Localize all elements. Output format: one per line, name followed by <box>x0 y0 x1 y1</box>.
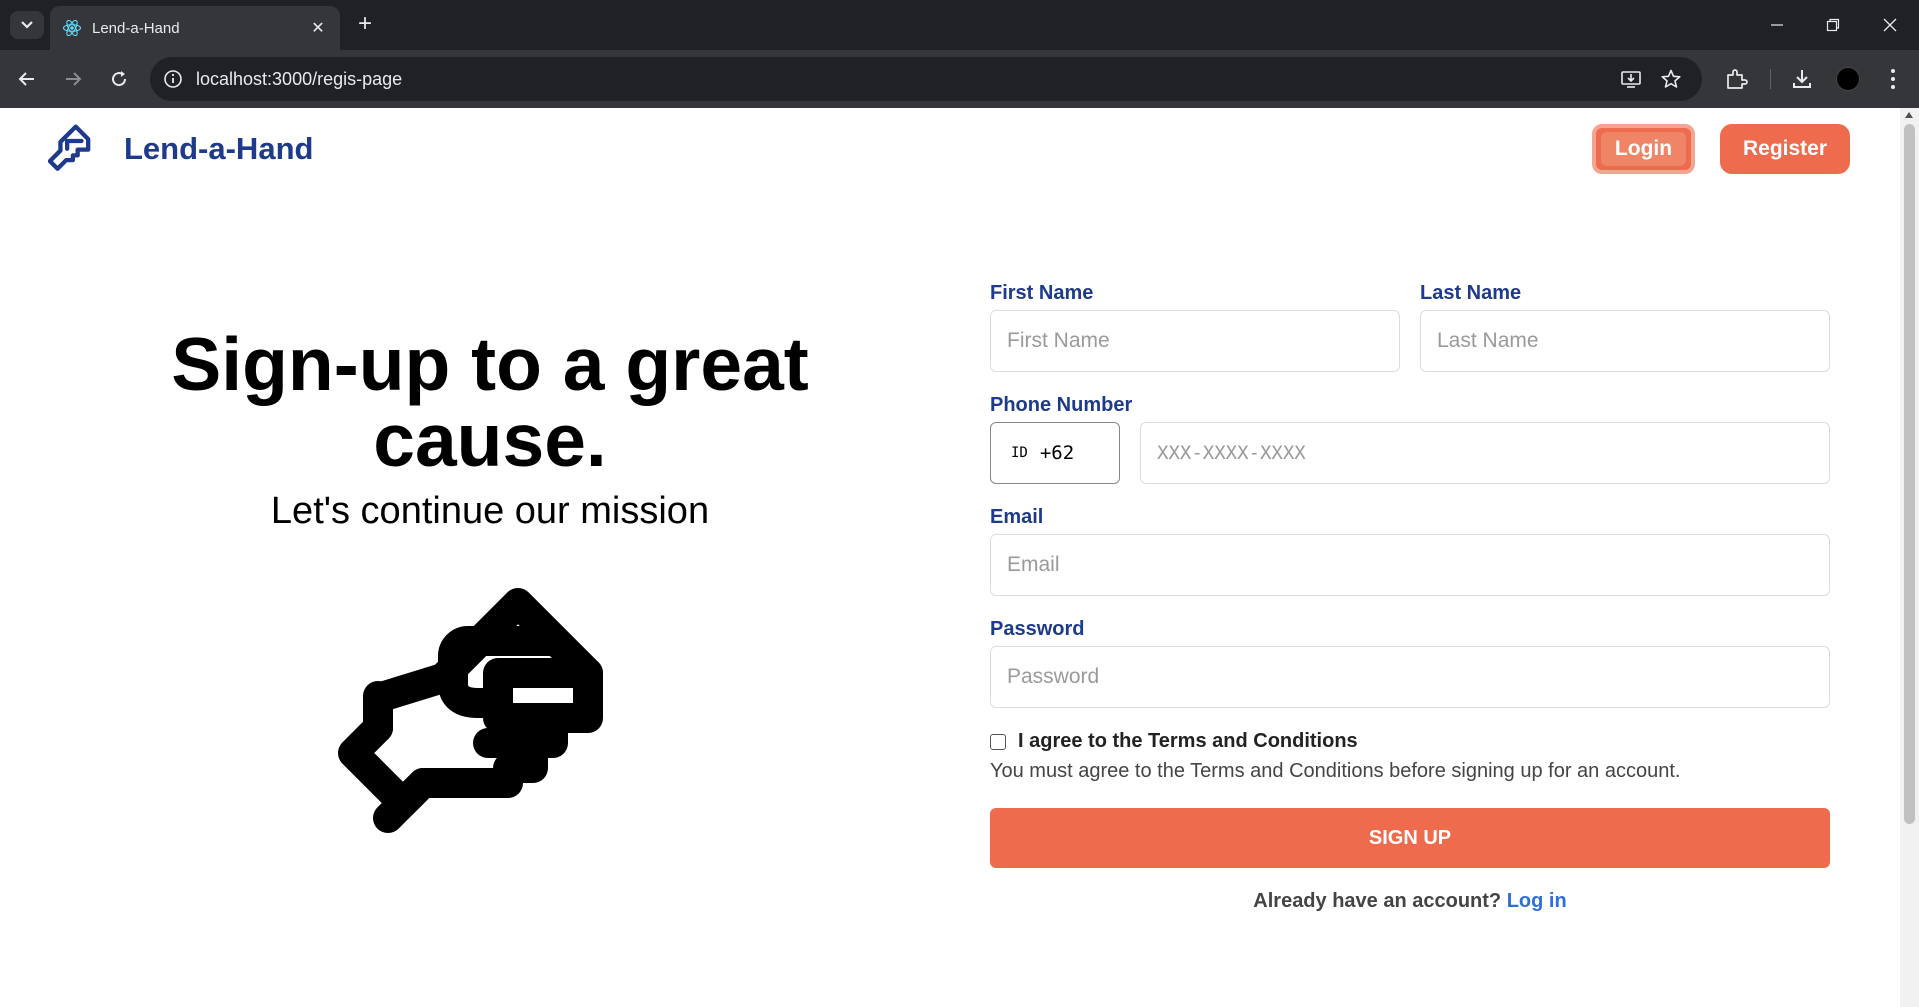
reload-icon[interactable] <box>104 64 134 94</box>
last-name-input[interactable] <box>1420 310 1830 372</box>
email-input[interactable] <box>990 534 1830 596</box>
scrollbar-thumb[interactable] <box>1904 124 1915 824</box>
menu-icon[interactable] <box>1886 66 1900 92</box>
restore-icon[interactable] <box>1822 14 1844 36</box>
hero-title: Sign-up to a great cause. <box>171 322 809 482</box>
window-close-icon[interactable] <box>1879 14 1901 36</box>
last-name-label: Last Name <box>1420 282 1522 304</box>
plus-icon[interactable]: + <box>352 12 378 38</box>
download-icon[interactable] <box>1790 67 1814 91</box>
first-name-label: First Name <box>990 282 1094 304</box>
dial-code: +62 <box>1039 442 1075 464</box>
login-prompt: Already have an account? Log in <box>990 890 1830 913</box>
terms-hint: You must agree to the Terms and Conditio… <box>990 760 1681 782</box>
react-favicon-icon <box>62 18 82 38</box>
profile-icon[interactable] <box>1836 67 1860 91</box>
address-bar[interactable]: localhost:3000/regis-page <box>150 57 1702 101</box>
phone-number-label: Phone Number <box>990 394 1133 416</box>
brand[interactable]: Lend-a-Hand <box>47 123 314 175</box>
tab-search-icon[interactable] <box>10 11 44 39</box>
register-button[interactable]: Register <box>1720 124 1850 174</box>
login-button[interactable]: Login <box>1592 124 1695 174</box>
info-icon[interactable] <box>162 68 184 90</box>
first-name-input[interactable] <box>990 310 1400 372</box>
tab-title: Lend-a-Hand <box>92 19 180 37</box>
toolbar-divider <box>1770 69 1771 89</box>
url-text[interactable]: localhost:3000/regis-page <box>196 69 402 90</box>
page-content: Lend-a-Hand Login Register Sign-up to a … <box>0 108 1900 1007</box>
phone-number-input[interactable] <box>1140 422 1830 484</box>
email-label: Email <box>990 506 1044 528</box>
minimize-icon[interactable] <box>1766 14 1788 36</box>
brand-name: Lend-a-Hand <box>124 131 314 166</box>
login-button-label: Login <box>1600 132 1687 166</box>
password-input[interactable] <box>990 646 1830 708</box>
browser-toolbar: localhost:3000/regis-page <box>0 50 1919 108</box>
install-app-icon[interactable] <box>1620 68 1642 90</box>
browser-tab[interactable]: Lend-a-Hand ✕ <box>50 6 340 50</box>
back-icon[interactable] <box>12 64 42 94</box>
close-icon[interactable]: ✕ <box>308 18 328 38</box>
extensions-icon[interactable] <box>1724 67 1748 91</box>
lend-a-hand-logo-icon <box>47 123 100 175</box>
country-code: ID <box>1011 445 1028 461</box>
scrollbar[interactable] <box>1900 108 1919 1007</box>
sign-up-button[interactable]: SIGN UP <box>990 808 1830 868</box>
terms-agree-label[interactable]: I agree to the Terms and Conditions <box>1018 730 1358 753</box>
have-account-text: Already have an account? <box>1253 890 1502 912</box>
forward-icon[interactable] <box>58 64 88 94</box>
checkbox-icon[interactable] <box>990 733 1006 750</box>
terms-agree-row: I agree to the Terms and Conditions <box>990 730 1358 753</box>
login-link[interactable]: Log in <box>1507 890 1567 912</box>
password-label: Password <box>990 618 1085 640</box>
star-icon[interactable] <box>1660 68 1682 90</box>
scroll-up-icon[interactable] <box>1905 112 1913 118</box>
country-code-select[interactable]: ID +62 <box>990 422 1120 484</box>
handshake-illustration-icon <box>338 568 644 874</box>
browser-tab-bar: Lend-a-Hand ✕ + <box>0 0 1919 50</box>
hero-subtitle: Let's continue our mission <box>270 490 710 532</box>
